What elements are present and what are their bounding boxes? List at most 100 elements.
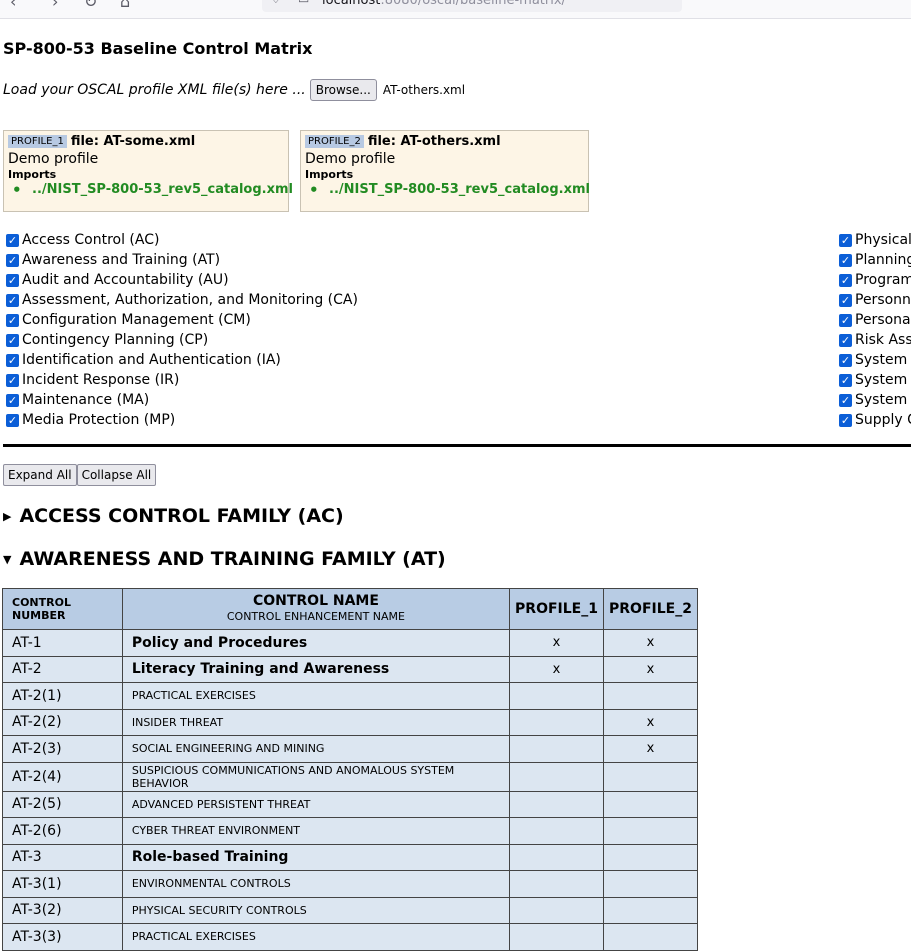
page-title: SP-800-53 Baseline Control Matrix: [3, 39, 313, 58]
control-name-cell: Literacy Training and Awareness: [121, 655, 511, 683]
profile-1-cell: [509, 682, 604, 710]
control-matrix-table: CONTROL NUMBER CONTROL NAME CONTROL ENHA…: [2, 588, 698, 951]
profile-1-cell: [509, 843, 604, 871]
family-section-ac[interactable]: ▶ ACCESS CONTROL FAMILY (AC): [3, 505, 344, 527]
collapsed-triangle-icon[interactable]: ▶: [3, 510, 11, 523]
family-label: Risk Asse: [855, 332, 911, 348]
table-row: AT-2(4) SUSPICIOUS COMMUNICATIONS AND ANO…: [2, 761, 698, 792]
family-checkbox-mp[interactable]: ✓ Media Protection (MP): [6, 410, 175, 430]
family-filter-right-column: ✓Physical ✓Planning ✓Program ✓Personne ✓…: [838, 230, 911, 430]
reload-icon[interactable]: ↻: [84, 0, 97, 11]
checkbox-checked-icon[interactable]: ✓: [6, 273, 19, 287]
table-row: AT-3(1) ENVIRONMENTAL CONTROLS: [2, 870, 698, 898]
profile-2-cell: [603, 843, 698, 871]
table-row: AT-1 Policy and Procedures x x: [2, 629, 698, 657]
family-checkbox-sc[interactable]: ✓System a: [839, 370, 911, 390]
family-checkbox-pl[interactable]: ✓ Planning: [839, 250, 911, 270]
family-label: Access Control (AC): [22, 232, 160, 248]
control-number-cell: AT-2(3): [2, 735, 123, 763]
checkbox-checked-icon[interactable]: ✓: [839, 233, 852, 247]
family-section-at[interactable]: ▼ AWARENESS AND TRAINING FAMILY (AT): [3, 548, 446, 570]
checkbox-checked-icon[interactable]: ✓: [6, 353, 19, 367]
profile-description: Demo profile: [305, 151, 396, 167]
family-checkbox-ir[interactable]: ✓ Incident Response (IR): [6, 370, 179, 390]
checkbox-checked-icon[interactable]: ✓: [6, 293, 19, 307]
family-checkbox-si[interactable]: ✓System a: [839, 390, 911, 410]
shield-icon[interactable]: ♡: [270, 0, 282, 7]
profile-1-cell: [509, 923, 604, 951]
url-text[interactable]: localhost:8080/oscal/baseline-matrix/: [322, 0, 566, 8]
family-checkbox-ps[interactable]: ✓Personne: [839, 290, 911, 310]
checkbox-checked-icon[interactable]: ✓: [6, 393, 19, 407]
family-checkbox-sr[interactable]: ✓ Supply C: [839, 410, 911, 430]
family-label: Assessment, Authorization, and Monitorin…: [22, 292, 358, 308]
family-checkbox-ac[interactable]: ✓ Access Control (AC): [6, 230, 159, 250]
family-checkbox-ia[interactable]: ✓ Identification and Authentication (IA): [6, 350, 281, 370]
collapse-all-button[interactable]: Collapse All: [76, 464, 157, 486]
checkbox-checked-icon[interactable]: ✓: [839, 293, 852, 307]
checkbox-checked-icon[interactable]: ✓: [839, 393, 852, 407]
browse-button[interactable]: Browse...: [309, 79, 377, 101]
family-checkbox-ma[interactable]: ✓ Maintenance (MA): [6, 390, 149, 410]
checkbox-checked-icon[interactable]: ✓: [839, 413, 852, 427]
family-label: Personne: [855, 292, 911, 308]
profile-file: file: AT-others.xml: [367, 134, 501, 149]
table-row: AT-2(3) SOCIAL ENGINEERING AND MINING x: [2, 735, 698, 763]
family-label: Configuration Management (CM): [22, 312, 251, 328]
profile-2-cell: [603, 761, 698, 792]
profile-1-cell: [509, 870, 604, 898]
checkbox-checked-icon[interactable]: ✓: [6, 233, 19, 247]
forward-icon[interactable]: ›: [52, 0, 58, 11]
profile-tag: PROFILE_2: [305, 135, 364, 148]
expanded-triangle-icon[interactable]: ▼: [3, 553, 11, 566]
profile-1-cell: [509, 790, 604, 818]
family-checkbox-ca[interactable]: ✓ Assessment, Authorization, and Monitori…: [6, 290, 358, 310]
back-icon[interactable]: ‹: [10, 0, 16, 11]
family-label: Physical: [855, 232, 911, 248]
import-link[interactable]: ../NIST_SP-800-53_rev5_catalog.xml: [8, 181, 293, 199]
family-checkbox-pe[interactable]: ✓ Physical: [839, 230, 911, 250]
page-info-icon[interactable]: ▭: [298, 0, 309, 6]
family-checkbox-cm[interactable]: ✓ Configuration Management (CM): [6, 310, 251, 330]
checkbox-checked-icon[interactable]: ✓: [839, 353, 852, 367]
family-checkbox-at[interactable]: ✓ Awareness and Training (AT): [6, 250, 220, 270]
family-checkbox-ra[interactable]: ✓Risk Asse: [839, 330, 911, 350]
checkbox-checked-icon[interactable]: ✓: [6, 253, 19, 267]
table-row: AT-3 Role-based Training: [2, 843, 698, 871]
expand-collapse-controls: Expand All Collapse All: [3, 464, 157, 486]
selected-file-name: AT-others.xml: [382, 83, 466, 97]
family-label: Program: [855, 272, 911, 288]
family-filter-list: ✓ Access Control (AC) ✓ Awareness and Trai…: [0, 230, 911, 430]
import-link[interactable]: ../NIST_SP-800-53_rev5_catalog.xml: [305, 181, 590, 199]
checkbox-checked-icon[interactable]: ✓: [6, 313, 19, 327]
browser-toolbar: ‹ › ↻ ⌂ ♡ ▭ localhost:8080/oscal/baselin…: [0, 0, 911, 19]
control-number-cell: AT-3: [2, 843, 123, 871]
control-enhancement-header: CONTROL ENHANCEMENT NAME: [226, 610, 405, 623]
profile-2-cell: [603, 790, 698, 818]
profile-1-cell: [509, 735, 604, 763]
checkbox-checked-icon[interactable]: ✓: [839, 333, 852, 347]
expand-all-button[interactable]: Expand All: [3, 464, 77, 486]
checkbox-checked-icon[interactable]: ✓: [839, 313, 852, 327]
family-checkbox-au[interactable]: ✓ Audit and Accountability (AU): [6, 270, 229, 290]
checkbox-checked-icon[interactable]: ✓: [6, 373, 19, 387]
home-icon[interactable]: ⌂: [120, 0, 130, 11]
checkbox-checked-icon[interactable]: ✓: [6, 333, 19, 347]
profile-1-cell: [509, 708, 604, 736]
family-checkbox-cp[interactable]: ✓ Contingency Planning (CP): [6, 330, 208, 350]
control-name-cell: ADVANCED PERSISTENT THREAT: [121, 790, 511, 818]
control-name-cell: PRACTICAL EXERCISES: [121, 682, 511, 710]
family-checkbox-pt[interactable]: ✓ Personal: [839, 310, 911, 330]
checkbox-checked-icon[interactable]: ✓: [6, 413, 19, 427]
family-checkbox-sa[interactable]: ✓System a: [839, 350, 911, 370]
control-name-cell: PHYSICAL SECURITY CONTROLS: [121, 896, 511, 924]
checkbox-checked-icon[interactable]: ✓: [839, 253, 852, 267]
family-checkbox-pm[interactable]: ✓ Program: [839, 270, 911, 290]
profile-2-cell: [603, 682, 698, 710]
checkbox-checked-icon[interactable]: ✓: [839, 273, 852, 287]
checkbox-checked-icon[interactable]: ✓: [839, 373, 852, 387]
table-body: AT-1 Policy and Procedures x x AT-2 Literacy …: [2, 629, 698, 951]
profile-1-header: PROFILE_1: [509, 588, 604, 630]
control-number-cell: AT-2: [2, 655, 123, 683]
family-label: Audit and Accountability (AU): [22, 272, 229, 288]
